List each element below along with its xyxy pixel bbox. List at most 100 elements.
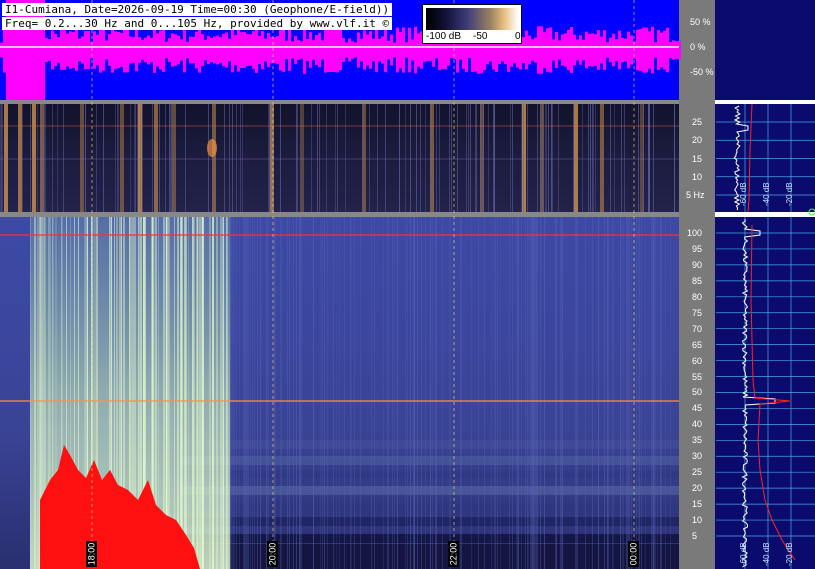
spectrum-bottom-background: [715, 217, 815, 569]
frequency-info: Freq= 0.2...30 Hz and 0...105 Hz, provid…: [2, 17, 393, 30]
amplitude-sample: [468, 41, 471, 59]
noise-streak: [631, 217, 632, 569]
noise-streak: [233, 217, 234, 569]
amplitude-sample: [90, 41, 93, 59]
amplitude-sample: [561, 34, 564, 66]
storm-streak: [34, 217, 36, 569]
amplitude-sample: [114, 31, 117, 69]
lf-noise: [476, 104, 477, 212]
lf-noise: [523, 104, 524, 212]
lf-noise: [63, 104, 64, 212]
amplitude-sample: [567, 29, 570, 71]
hf-tick-label: 65: [692, 339, 703, 350]
lf-noise: [385, 104, 386, 212]
amplitude-sample: [156, 33, 159, 67]
lf-noise: [552, 104, 553, 212]
amplitude-sample: [588, 33, 591, 67]
amplitude-sample: [615, 39, 618, 61]
high-frequency-spectrogram: [0, 217, 679, 569]
amplitude-sample: [96, 34, 99, 66]
noise-streak: [339, 217, 340, 569]
lf-noise: [2, 104, 3, 212]
lf-noise: [85, 104, 86, 212]
noise-streak: [560, 217, 561, 569]
noise-streak: [351, 217, 352, 569]
noise-streak: [598, 217, 599, 569]
hf-tick-label: 25: [692, 467, 703, 478]
noise-streak: [327, 217, 328, 569]
amplitude-sample: [312, 40, 315, 60]
noise-streak: [661, 217, 662, 569]
amplitude-sample: [402, 27, 405, 73]
amplitude-sample: [450, 42, 453, 58]
lf-noise: [96, 104, 97, 212]
lf-noise: [436, 104, 437, 212]
noise-streak: [471, 217, 472, 569]
amplitude-sample: [60, 30, 63, 70]
noise-streak: [232, 217, 233, 569]
amplitude-sample: [354, 42, 357, 58]
lf-noise: [405, 104, 406, 212]
noise-streak: [280, 217, 281, 569]
amplitude-sample: [153, 27, 156, 73]
amplitude-sample: [135, 28, 138, 72]
lf-burst: [154, 104, 158, 212]
lf-noise: [165, 104, 166, 212]
noise-streak: [535, 217, 536, 569]
amplitude-sample: [270, 36, 273, 64]
panel-divider-bottom: [0, 212, 715, 217]
amplitude-sample: [3, 27, 6, 73]
lf-noise: [135, 104, 136, 212]
lf-noise: [22, 104, 23, 212]
hf-tick-label: 10: [692, 515, 703, 526]
amplitude-sample: [591, 33, 594, 67]
amplitude-sample: [573, 34, 576, 66]
noise-streak: [239, 217, 240, 569]
lf-noise: [280, 104, 281, 212]
noise-streak: [460, 217, 461, 569]
noise-streak: [645, 217, 646, 569]
noise-streak: [608, 217, 609, 569]
noise-streak: [652, 217, 653, 569]
amplitude-sample: [138, 37, 141, 63]
lf-tick-label: 5 Hz: [686, 190, 705, 200]
amplitude-sample: [375, 28, 378, 72]
amplitude-sample: [525, 30, 528, 70]
amplitude-sample: [585, 31, 588, 69]
lf-noise: [269, 104, 270, 212]
storm-streak: [212, 217, 214, 569]
amplitude-sample: [414, 26, 417, 74]
noise-streak: [322, 217, 323, 569]
noise-streak: [383, 217, 384, 569]
noise-streak: [484, 217, 485, 569]
amplitude-sample: [345, 42, 348, 58]
noise-streak: [657, 217, 658, 569]
lf-noise: [488, 104, 489, 212]
amplitude-sample: [276, 36, 279, 64]
storm-streak: [202, 217, 204, 569]
lf-noise: [296, 104, 297, 212]
amplitude-sample: [405, 42, 408, 58]
noise-streak: [622, 217, 623, 569]
noise-streak: [243, 217, 244, 569]
noise-streak: [525, 217, 526, 569]
hf-tick-label: 35: [692, 435, 703, 446]
lf-noise: [297, 104, 298, 212]
storm-streak: [174, 217, 175, 569]
amplitude-sample: [597, 30, 600, 70]
noise-streak: [397, 217, 398, 569]
hf-tick-label: 85: [692, 275, 703, 286]
hf-tick-label: 15: [692, 499, 703, 510]
noise-streak: [461, 217, 462, 569]
spectrum-db-label: -20 dB: [785, 182, 794, 206]
noise-streak: [521, 217, 522, 569]
noise-streak: [417, 217, 418, 569]
amplitude-sample: [102, 29, 105, 71]
noise-streak: [607, 217, 608, 569]
spectrum-panel-top: [715, 0, 815, 213]
noise-streak: [533, 217, 534, 569]
noise-streak: [247, 217, 248, 569]
amplitude-sample: [129, 36, 132, 64]
hf-tick-label: 50: [692, 387, 703, 398]
spectrum-db-label: -40 dB: [762, 182, 771, 206]
